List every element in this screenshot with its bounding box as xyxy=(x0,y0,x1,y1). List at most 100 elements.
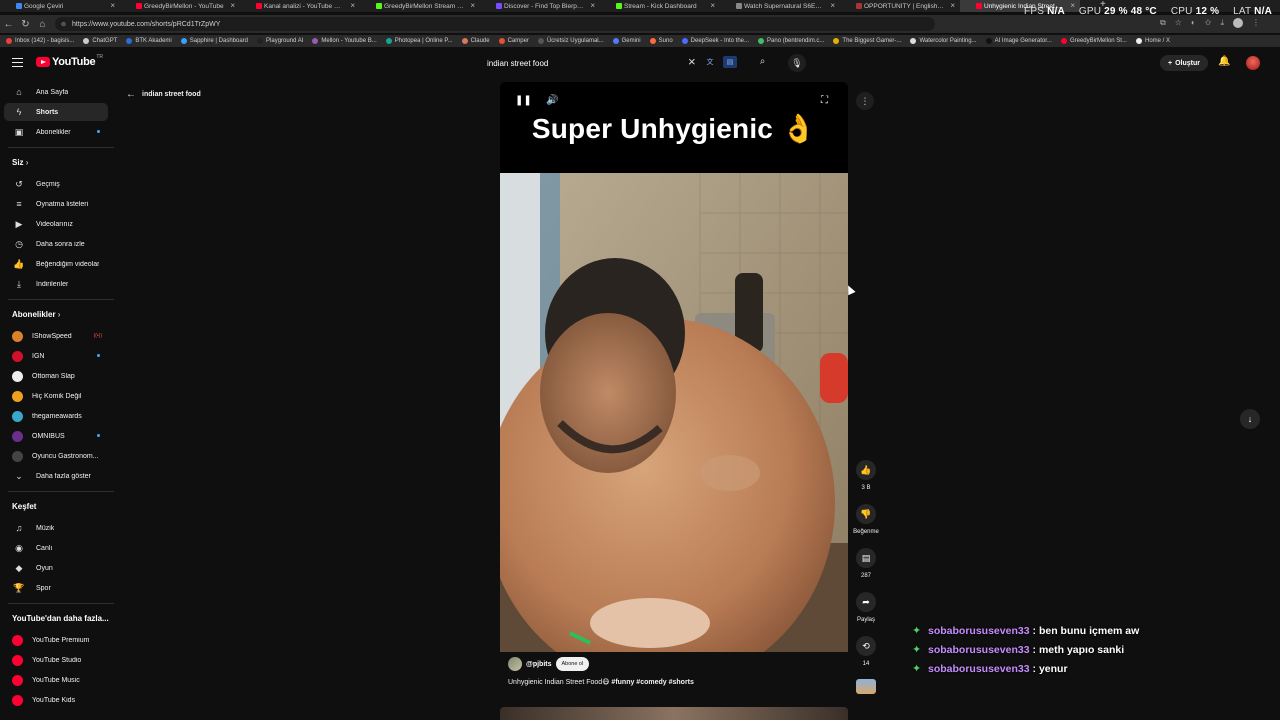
sidebar-item[interactable]: YouTube Music xyxy=(4,671,108,689)
bookmark-item[interactable]: Watercolor Painting... xyxy=(910,38,977,44)
like-button[interactable]: 👍 xyxy=(856,460,876,480)
browser-tab[interactable]: Stream - Kick Dashboard × xyxy=(600,0,720,12)
pause-icon[interactable]: ❚❚ xyxy=(515,95,532,106)
account-avatar[interactable] xyxy=(1246,56,1260,70)
channel-avatar[interactable] xyxy=(508,657,522,671)
bookmark-item[interactable]: Photopea | Online P... xyxy=(385,38,453,44)
video-title[interactable]: Unhygienic Indian Street Food😷 #funny #c… xyxy=(508,678,694,686)
sidebar-item[interactable]: thegameawards xyxy=(4,407,108,425)
bookmark-item[interactable]: AI Image Generator... xyxy=(985,38,1052,44)
close-tab-icon[interactable]: × xyxy=(590,1,595,10)
notifications-icon[interactable]: 🔔 xyxy=(1218,56,1230,67)
close-tab-icon[interactable]: × xyxy=(230,1,235,10)
bookmark-item[interactable]: The Biggest Gamer-... xyxy=(833,38,901,44)
browser-tab[interactable]: OPPORTUNITY | English meaning × xyxy=(840,0,960,12)
bookmark-item[interactable]: ChatGPT xyxy=(83,38,117,44)
bookmark-item[interactable]: Camper xyxy=(498,38,529,44)
microphone-icon[interactable]: 🎙 xyxy=(788,54,806,72)
next-short-preview[interactable] xyxy=(500,707,848,720)
bookmark-item[interactable]: Suno xyxy=(649,38,673,44)
channel-handle[interactable]: @pjbits xyxy=(526,661,552,668)
bookmark-item[interactable]: GreedyBirMellon St... xyxy=(1060,38,1127,44)
home-icon[interactable]: ⌂ xyxy=(34,19,51,30)
comments-button[interactable]: ▤ xyxy=(856,548,876,568)
sidebar-item[interactable]: ◆ Oyun xyxy=(4,559,108,577)
translate-extension-icon[interactable]: 文 xyxy=(703,56,717,68)
volume-icon[interactable]: 🔊 xyxy=(546,95,558,106)
sidebar-item[interactable]: ◉ Canlı xyxy=(4,539,108,557)
reload-icon[interactable]: ↻ xyxy=(17,19,34,30)
bookmark-item[interactable]: Gemini xyxy=(612,38,641,44)
browser-tab[interactable]: Google Çeviri × xyxy=(0,0,120,12)
clear-search-icon[interactable]: × xyxy=(688,54,696,69)
bookmark-item[interactable]: Ücretsiz Uygulamal... xyxy=(537,38,604,44)
sidebar-item[interactable]: YouTube Premium xyxy=(4,631,108,649)
menu-icon[interactable] xyxy=(12,58,23,67)
back-to-search-link[interactable]: ← indian street food xyxy=(126,89,201,100)
sidebar-item[interactable]: 👍 Beğendiğim videolar xyxy=(4,255,108,273)
share-button[interactable]: ➦ xyxy=(856,592,876,612)
sidebar-item[interactable]: Hiç Komik Değil xyxy=(4,387,108,405)
close-tab-icon[interactable]: × xyxy=(110,1,115,10)
site-info-icon[interactable]: ⊜ xyxy=(61,21,66,28)
sidebar-item[interactable]: ≡ Oynatma listeleri xyxy=(4,195,108,213)
shorts-player[interactable]: Super Unhygienic 👌 ❚❚ 🔊 ⛶ xyxy=(500,82,848,652)
sidebar-item[interactable]: ◷ Daha sonra izle xyxy=(4,235,108,253)
bookmark-icon[interactable]: ✩ xyxy=(1205,18,1212,28)
search-input[interactable]: indian street food × xyxy=(480,54,703,72)
sidebar-section-heading[interactable]: Abonelikler › xyxy=(12,310,60,319)
next-short-button[interactable]: ↓ xyxy=(1240,409,1260,429)
browser-tab[interactable]: Kanal analizi - YouTube Studio × xyxy=(240,0,360,12)
extensions-icon[interactable]: ⧉ xyxy=(1160,18,1166,28)
browser-tab[interactable]: GreedyBirMellon Stream - Watch × xyxy=(360,0,480,12)
sidebar-section-heading[interactable]: Siz › xyxy=(12,158,28,167)
browser-tab[interactable]: GreedyBirMellon - YouTube × xyxy=(120,0,240,12)
close-tab-icon[interactable]: × xyxy=(470,1,475,10)
sidebar-item[interactable]: YouTube Studio xyxy=(4,651,108,669)
profile-sync-icon[interactable]: ◐ xyxy=(1191,18,1196,28)
sound-thumbnail[interactable] xyxy=(856,679,876,694)
sidebar-item[interactable]: IGN xyxy=(4,347,108,365)
bookmark-star-icon[interactable]: ☆ xyxy=(1175,18,1182,28)
dislike-button[interactable]: 👎 xyxy=(856,504,876,524)
remix-button[interactable]: ⟲ xyxy=(856,636,876,656)
fullscreen-icon[interactable]: ⛶ xyxy=(821,95,828,106)
close-tab-icon[interactable]: × xyxy=(830,1,835,10)
youtube-logo[interactable]: YouTube TR xyxy=(36,54,103,68)
bookmark-item[interactable]: Inbox (142) - bagisis... xyxy=(6,38,74,44)
sidebar-item[interactable]: OMNIBUS xyxy=(4,427,108,445)
close-tab-icon[interactable]: × xyxy=(350,1,355,10)
bookmark-item[interactable]: Mellon - Youtube B... xyxy=(312,38,377,44)
bookmark-item[interactable]: Pano (bentrendim.c... xyxy=(758,38,824,44)
bookmark-item[interactable]: BTK Akademi xyxy=(126,38,172,44)
back-icon[interactable]: ← xyxy=(0,19,17,30)
sidebar-item[interactable]: Ottoman Slap xyxy=(4,367,108,385)
close-tab-icon[interactable]: × xyxy=(950,1,955,10)
download-icon[interactable]: ⤓ xyxy=(1220,18,1224,28)
more-options-icon[interactable]: ⋮ xyxy=(856,92,874,110)
sidebar-item[interactable]: ♫ Müzik xyxy=(4,519,108,537)
browser-tab[interactable]: Watch Supernatural S6E14 online × xyxy=(720,0,840,12)
sidebar-item[interactable]: ▶ Videolarınız xyxy=(4,215,108,233)
sidebar-item[interactable]: ▣ Abonelikler xyxy=(4,123,108,141)
sidebar-item[interactable]: ⌄ Daha fazla göster xyxy=(4,467,108,485)
sidebar-item[interactable]: Oyuncu Gastronom... xyxy=(4,447,108,465)
sidebar-item[interactable]: ϟ Shorts xyxy=(4,103,108,121)
sidebar-item[interactable]: 🏆 Spor xyxy=(4,579,108,597)
subscribe-button[interactable]: Abone ol xyxy=(555,657,590,671)
screen-capture-icon[interactable]: ▤ xyxy=(723,56,737,68)
url-field[interactable]: ⊜ https://www.youtube.com/shorts/pRCd1Tr… xyxy=(55,17,935,31)
bookmark-item[interactable]: DeepSeek - Into the... xyxy=(681,38,749,44)
bookmark-item[interactable]: Claude xyxy=(461,38,490,44)
browser-tab[interactable]: Discover - Find Top Blerps, Stream × xyxy=(480,0,600,12)
bookmark-item[interactable]: Playground AI xyxy=(257,38,303,44)
create-button[interactable]: + Oluştur xyxy=(1160,55,1208,71)
sidebar-item[interactable]: ⤓ İndirilenler xyxy=(4,275,108,293)
sidebar-item[interactable]: YouTube Kids xyxy=(4,691,108,709)
new-tab-icon[interactable]: + xyxy=(1100,0,1106,10)
sidebar-item[interactable]: ↺ Geçmiş xyxy=(4,175,108,193)
browser-menu-icon[interactable]: ⋮ xyxy=(1252,18,1260,28)
sidebar-item[interactable]: ⌂ Ana Sayfa xyxy=(4,83,108,101)
browser-profile-avatar[interactable] xyxy=(1233,18,1243,28)
close-tab-icon[interactable]: × xyxy=(710,1,715,10)
